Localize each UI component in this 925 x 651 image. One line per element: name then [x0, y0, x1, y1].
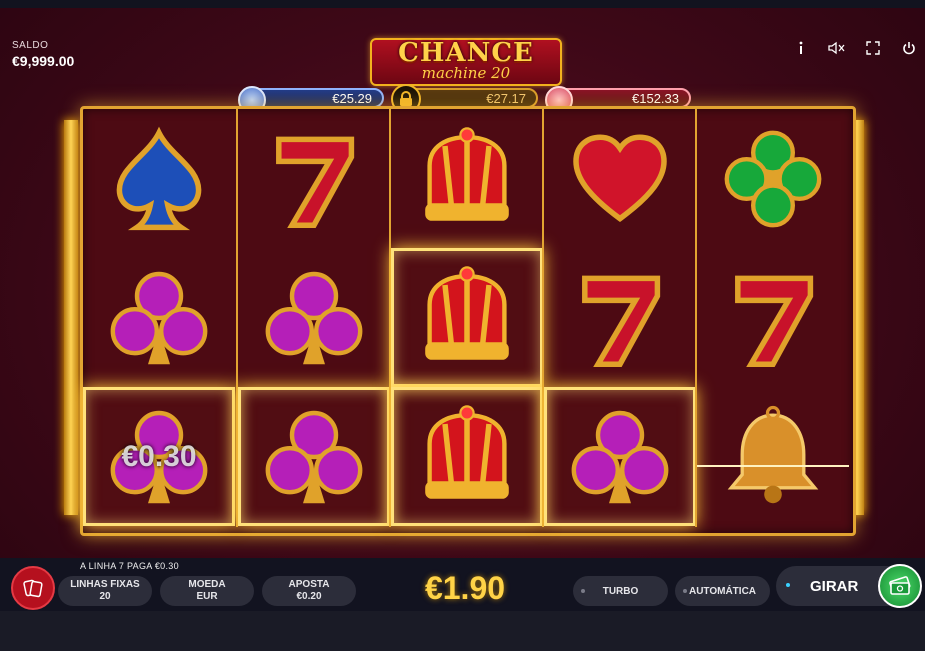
purple-club-icon [265, 410, 363, 503]
logo-title: CHANCE [398, 38, 534, 68]
blue-spade-icon [116, 126, 202, 230]
symbol-cell [83, 248, 235, 387]
symbol-cell [83, 109, 235, 248]
total-bet: €1.90 [424, 570, 506, 606]
game-logo: CHANCE machine 20 [370, 38, 562, 86]
symbol-cell [697, 109, 849, 248]
symbol-cell-winning [544, 387, 696, 526]
frame-left-glow [64, 120, 78, 515]
turbo-indicator [581, 589, 585, 593]
info-icon[interactable] [791, 38, 811, 58]
top-bar [0, 0, 925, 8]
symbol-cell-winning [391, 387, 543, 526]
crown-icon [425, 404, 509, 499]
lines-value: 20 [99, 591, 111, 602]
crown-icon [425, 126, 509, 221]
bet-value: €0.20 [296, 591, 322, 602]
line-pays-text: A LINHA 7 PAGA €0.30 [80, 561, 179, 571]
header-icons [791, 38, 919, 58]
turbo-label: TURBO [602, 585, 639, 597]
purple-club-icon [110, 271, 208, 364]
paytable-button[interactable] [11, 566, 55, 610]
symbol-cell-winning [238, 387, 390, 526]
spin-label: GIRAR [810, 578, 859, 595]
turbo-button[interactable]: TURBO [573, 576, 668, 606]
symbol-cell [391, 109, 543, 248]
cards-icon [23, 579, 43, 598]
symbol-cell-winning: €0.30 [83, 387, 235, 526]
auto-indicator [683, 589, 687, 593]
coin-selector[interactable]: MOEDA EUR [160, 576, 254, 606]
fullscreen-icon[interactable] [863, 38, 883, 58]
coin-label: MOEDA [188, 579, 226, 590]
balance-label: SALDO [12, 40, 49, 51]
red-heart-icon [573, 133, 667, 222]
symbol-cell [544, 109, 696, 248]
balance-display: SALDO €9,999.00 [12, 40, 74, 69]
win-line-segment [697, 465, 849, 467]
red-seven-icon [276, 136, 355, 228]
reel-5 [695, 109, 849, 527]
jackpot-gold-value: €27.17 [486, 90, 526, 106]
spin-indicator [786, 583, 790, 587]
symbol-cell [238, 248, 390, 387]
coin-value: EUR [196, 591, 218, 602]
symbol-cell [544, 248, 696, 387]
logo-subtitle: machine 20 [421, 64, 511, 82]
crown-icon [425, 265, 509, 360]
reel-1: €0.30 [83, 109, 235, 527]
purple-club-icon [571, 410, 669, 503]
lines-selector[interactable]: LINHAS FIXAS 20 [58, 576, 152, 606]
reel-2 [236, 109, 390, 527]
reel-4 [542, 109, 696, 527]
cash-icon [889, 576, 911, 595]
reels: €0.30 [83, 109, 849, 527]
power-icon[interactable] [899, 38, 919, 58]
reel-3 [389, 109, 543, 527]
red-seven-icon [735, 275, 814, 367]
lines-label: LINHAS FIXAS [70, 579, 140, 590]
auto-label: AUTOMÁTICA [688, 585, 757, 597]
symbol-cell [697, 248, 849, 387]
red-seven-icon [582, 275, 661, 367]
sound-muted-icon[interactable] [827, 38, 847, 58]
purple-club-icon [265, 271, 363, 364]
jackpot-blue-value: €25.29 [332, 90, 372, 106]
green-clover-icon [724, 130, 822, 227]
jackpot-red-value: €152.33 [632, 90, 679, 106]
symbol-cell-winning [391, 248, 543, 387]
golden-bell-icon [727, 405, 819, 503]
symbol-cell [697, 387, 849, 526]
bet-selector[interactable]: APOSTA €0.20 [262, 576, 356, 606]
balance-value: €9,999.00 [12, 53, 75, 69]
win-amount: €0.30 [121, 439, 197, 473]
symbol-cell [238, 109, 390, 248]
bet-label: APOSTA [288, 579, 330, 590]
auto-button[interactable]: AUTOMÁTICA [675, 576, 770, 606]
spin-cash-button[interactable] [878, 564, 922, 608]
